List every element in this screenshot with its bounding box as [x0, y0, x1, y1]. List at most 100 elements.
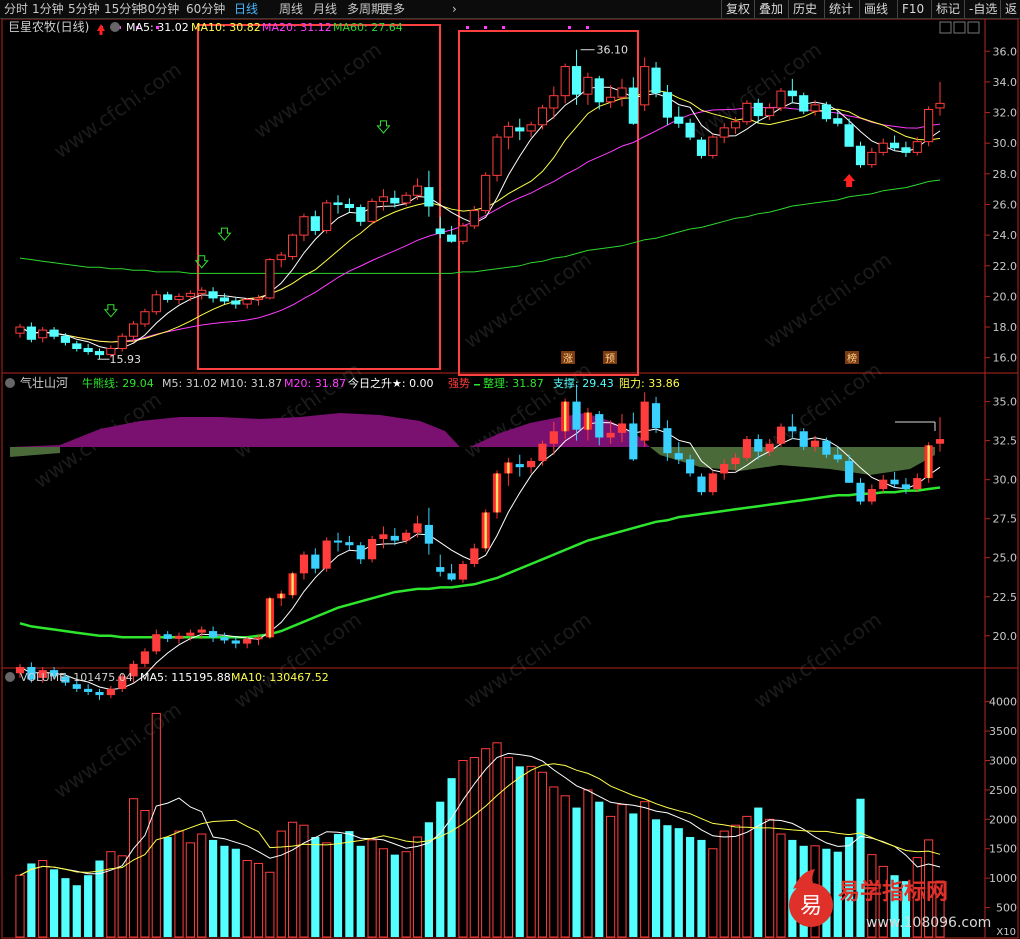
indicator-axis-tick-label: 30.0	[993, 474, 1018, 487]
volume-axis-tick-label: 4000	[989, 696, 1017, 709]
period-tab-2[interactable]: 5分钟	[68, 1, 100, 17]
toolbar-separator	[721, 0, 722, 18]
price-axis-tick-label: 36.0	[993, 45, 1018, 58]
toolbar-button-3[interactable]: 统计	[829, 1, 853, 17]
indicator-candle	[390, 535, 399, 541]
volume-title: VOLUME: 101475.04	[20, 671, 133, 684]
low-price-label: 15.93	[110, 353, 141, 366]
indicator-candle	[254, 637, 263, 640]
indicator-candle	[822, 440, 831, 455]
indicator-title: 气壮山河	[20, 375, 68, 390]
volume-ma5-value: MA5: 115195.88	[140, 671, 231, 684]
volume-bar	[242, 860, 252, 938]
indicator-candle	[879, 479, 888, 490]
indicator-candle	[345, 542, 354, 546]
price-candle	[469, 210, 479, 227]
volume-bar	[447, 778, 456, 937]
price-axis-tick-label: 28.0	[993, 168, 1018, 181]
period-tab-0[interactable]: 分时	[4, 1, 28, 17]
indicator-item-8: 阻力: 33.86	[619, 377, 680, 390]
indicator-candle	[765, 443, 774, 452]
toolbar-button-0[interactable]: 复权	[726, 1, 750, 17]
price-axis-tick-label: 24.0	[993, 229, 1018, 242]
period-tab-7[interactable]: 周线	[279, 1, 303, 17]
main-chart-title: 巨星农牧(日线)	[8, 20, 89, 34]
volume-bar	[708, 848, 718, 938]
price-candle	[288, 234, 298, 258]
indicator-candle	[208, 631, 218, 638]
more-chevron-icon[interactable]: ›	[452, 1, 457, 17]
marker-badge-2: 榜	[847, 352, 857, 365]
indicator-candle	[231, 640, 240, 644]
toolbar-separator	[859, 0, 860, 18]
price-candle	[674, 116, 684, 124]
period-tab-8[interactable]: 月线	[313, 1, 337, 17]
volume-bar	[174, 830, 184, 938]
price-candle	[253, 297, 264, 300]
period-tab-3[interactable]: 15分钟	[104, 1, 143, 17]
period-tab-4[interactable]: 30分钟	[140, 1, 179, 17]
volume-bar	[163, 836, 172, 937]
toolbar: 分时 1分钟 5分钟 15分钟 30分钟 60分钟 日线 周线 月线 多周期 更多 › 复权 叠加 历史 统计…	[0, 0, 1020, 19]
toolbar-button-6[interactable]: 标记	[936, 1, 960, 17]
price-candle	[15, 326, 25, 334]
purple-band	[10, 413, 460, 447]
indicator-candle	[470, 548, 479, 564]
toolbar-button-1[interactable]: 叠加	[759, 1, 783, 17]
price-candle	[265, 259, 275, 299]
indicator-candle	[163, 634, 172, 639]
indicator-candle	[708, 473, 717, 493]
toolbar-button-4[interactable]: 画线	[864, 1, 888, 17]
indicator-candle	[447, 573, 456, 580]
price-candle	[696, 139, 707, 156]
indicator-candle	[538, 443, 547, 461]
indicator-candle	[845, 460, 854, 483]
volume-bar	[651, 819, 661, 937]
period-tab-10[interactable]: 更多	[381, 1, 405, 17]
indicator-candle	[595, 414, 604, 438]
indicator-candle	[140, 651, 150, 664]
ma10-value: MA10: 30.82	[191, 21, 261, 34]
price-candle	[344, 203, 354, 209]
indicator-candle	[754, 439, 763, 452]
price-candle	[72, 343, 82, 349]
period-tab-5[interactable]: 60分钟	[186, 1, 225, 17]
price-candle	[708, 136, 718, 156]
toolbar-button-8[interactable]: 返	[1005, 1, 1017, 17]
price-candle	[583, 76, 593, 95]
volume-bar	[742, 815, 752, 938]
period-tab-6[interactable]: 日线	[234, 1, 258, 17]
window-control-icon	[967, 21, 980, 34]
chart-frame	[1, 19, 1019, 939]
volume-bar	[412, 836, 423, 938]
volume-settings-icon	[5, 672, 15, 682]
price-candle	[787, 90, 797, 97]
price-candle	[719, 127, 729, 138]
volume-bar	[674, 828, 683, 937]
toolbar-button-7[interactable]: -自选	[969, 1, 997, 17]
toolbar-button-2[interactable]: 历史	[793, 1, 817, 17]
indicator-candle	[731, 457, 740, 465]
period-tab-9[interactable]: 多周期	[347, 1, 383, 17]
price-candle	[276, 254, 286, 261]
price-candle	[140, 311, 150, 325]
price-candle	[151, 294, 161, 313]
toolbar-separator	[824, 0, 825, 18]
window-control-icon	[953, 21, 966, 34]
price-candle	[333, 202, 343, 205]
indicator-candle-core	[495, 473, 499, 513]
volume-bar	[549, 786, 559, 938]
price-candle	[799, 95, 809, 112]
indicator-candle	[106, 688, 115, 696]
price-candle	[60, 335, 71, 343]
period-tab-1[interactable]: 1分钟	[32, 1, 64, 17]
window-control-icon	[939, 21, 952, 34]
volume-ma10-value: MA10: 130467.52	[231, 671, 329, 684]
toolbar-button-5[interactable]: F10	[902, 1, 924, 17]
price-candle	[242, 298, 252, 305]
price-axis-tick-label: 34.0	[993, 76, 1018, 89]
indicator-axis-tick-label: 32.5	[993, 435, 1018, 448]
indicator-candle	[436, 567, 445, 572]
indicator-candle	[458, 563, 468, 580]
indicator-axis-tick-label: 25.0	[993, 552, 1018, 565]
